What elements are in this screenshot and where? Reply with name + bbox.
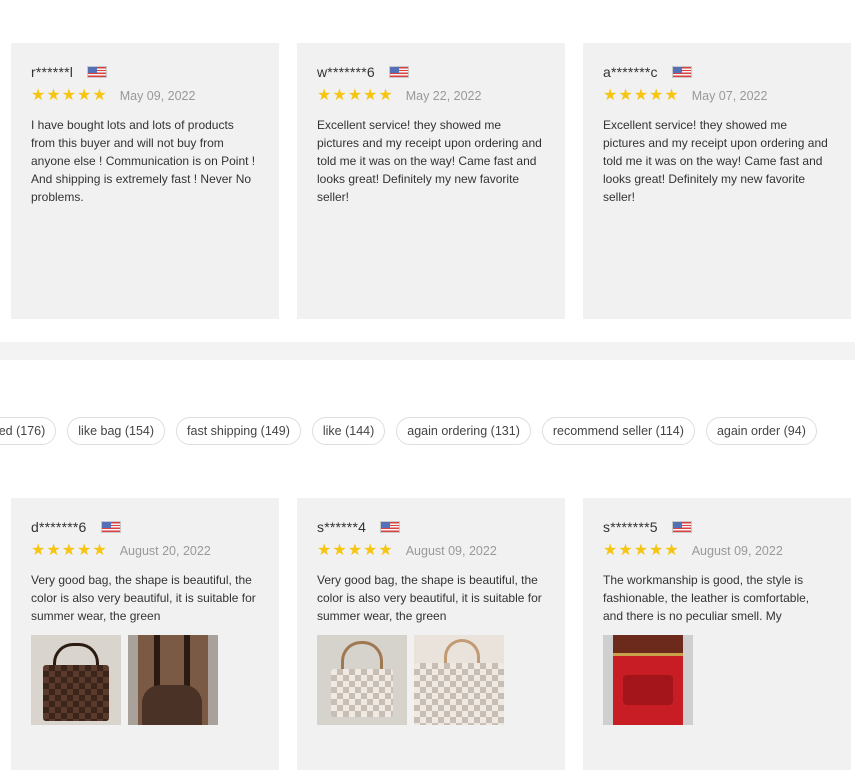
review-date: May 09, 2022 <box>119 89 196 103</box>
bottom-review-row: d*******6 ★★★★★ August 20, 2022 Very goo… <box>11 498 851 770</box>
review-card: r******l ★★★★★ May 09, 2022 I have bough… <box>11 43 279 319</box>
review-tag[interactable]: again order (94) <box>705 417 817 445</box>
review-date: August 09, 2022 <box>405 544 497 558</box>
review-text: Very good bag, the shape is beautiful, t… <box>31 573 256 623</box>
review-photo-thumbnail[interactable] <box>414 635 504 725</box>
us-flag-icon <box>388 66 409 78</box>
review-tag[interactable]: fast shipping (149) <box>176 417 301 445</box>
review-date: August 09, 2022 <box>691 544 783 558</box>
review-photos <box>31 635 259 725</box>
review-card: s******4 ★★★★★ August 09, 2022 Very good… <box>297 498 565 770</box>
top-review-row: r******l ★★★★★ May 09, 2022 I have bough… <box>11 43 851 319</box>
review-text: I have bought lots and lots of products … <box>31 118 256 204</box>
review-card: d*******6 ★★★★★ August 20, 2022 Very goo… <box>11 498 279 770</box>
review-photos <box>317 635 545 725</box>
review-text: Very good bag, the shape is beautiful, t… <box>317 573 542 623</box>
reviewer-name: r******l <box>31 64 74 80</box>
us-flag-icon <box>380 521 401 533</box>
us-flag-icon <box>671 521 692 533</box>
reviewer-name: d*******6 <box>31 519 87 535</box>
us-flag-icon <box>87 66 108 78</box>
review-tag[interactable]: recommend seller (114) <box>541 417 695 445</box>
review-date: May 22, 2022 <box>405 89 482 103</box>
reviewer-name: s*******5 <box>603 519 658 535</box>
review-tag[interactable]: atisfied (176) <box>0 417 57 445</box>
review-tag[interactable]: again ordering (131) <box>396 417 531 445</box>
star-rating: ★★★★★ <box>603 542 680 559</box>
star-rating: ★★★★★ <box>317 542 394 559</box>
review-card: a*******c ★★★★★ May 07, 2022 Excellent s… <box>583 43 851 319</box>
review-date: May 07, 2022 <box>691 89 768 103</box>
review-text: Excellent service! they showed me pictur… <box>603 118 828 204</box>
review-date: August 20, 2022 <box>119 544 211 558</box>
section-divider <box>0 342 855 360</box>
review-card: s*******5 ★★★★★ August 09, 2022 The work… <box>583 498 851 770</box>
review-tag[interactable]: like bag (154) <box>67 417 166 445</box>
reviewer-name: a*******c <box>603 64 658 80</box>
star-rating: ★★★★★ <box>603 87 680 104</box>
review-photo-thumbnail[interactable] <box>317 635 407 725</box>
star-rating: ★★★★★ <box>317 87 394 104</box>
review-photo-thumbnail[interactable] <box>31 635 121 725</box>
star-rating: ★★★★★ <box>31 542 108 559</box>
review-text: Excellent service! they showed me pictur… <box>317 118 542 204</box>
us-flag-icon <box>100 521 121 533</box>
review-photo-thumbnail[interactable] <box>603 635 693 725</box>
review-photos <box>603 635 831 725</box>
us-flag-icon <box>671 66 692 78</box>
star-rating: ★★★★★ <box>31 87 108 104</box>
review-card: w*******6 ★★★★★ May 22, 2022 Excellent s… <box>297 43 565 319</box>
reviewer-name: s******4 <box>317 519 367 535</box>
review-tag[interactable]: like (144) <box>311 417 386 445</box>
review-text: The workmanship is good, the style is fa… <box>603 573 810 623</box>
review-tag-list: atisfied (176) like bag (154) fast shipp… <box>0 417 817 445</box>
reviewer-name: w*******6 <box>317 64 375 80</box>
review-photo-thumbnail[interactable] <box>128 635 218 725</box>
